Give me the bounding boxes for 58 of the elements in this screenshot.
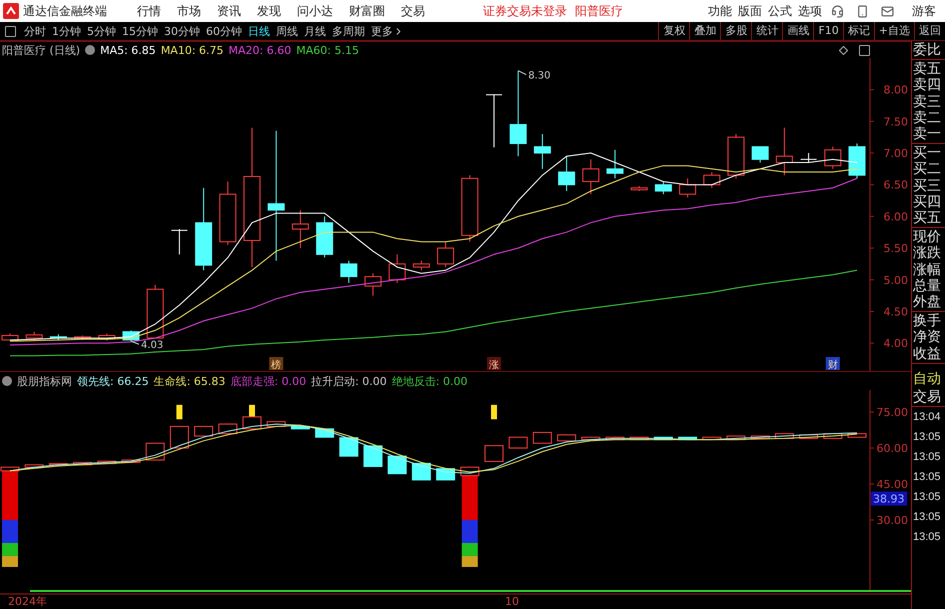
trade-time: 13:05	[912, 530, 942, 546]
quote-label: 卖三	[912, 94, 942, 110]
time-axis-label: 2024年	[8, 595, 47, 608]
indicator-value: 拉升启动: 0.00	[311, 374, 387, 388]
quote-label: 买一	[912, 145, 942, 162]
axis-label: 7.00	[884, 147, 908, 160]
quote-label: 卖五	[912, 61, 942, 78]
quote-label: 卖四	[912, 77, 942, 94]
axis-label: 4.00	[884, 337, 908, 350]
app-name: 通达信金融终端	[23, 2, 107, 20]
quote-label: 外盘	[912, 294, 942, 310]
axis-label: 75.00	[876, 406, 908, 420]
axis-label: 6.00	[884, 210, 908, 224]
trade-time: 13:05	[912, 510, 942, 526]
axis-label: 4.50	[884, 305, 908, 318]
axis-label: 8.00	[884, 84, 908, 97]
axis-label: 5.50	[884, 242, 908, 256]
axis-label: 45.00	[876, 478, 908, 491]
quote-label: 买二	[912, 161, 942, 178]
quote-label: 换手	[912, 313, 942, 330]
legend-value: MA20: 6.60	[228, 44, 292, 56]
legend-value: 领先线: 66.25	[77, 374, 149, 388]
price-label: 4.03	[130, 340, 164, 352]
time-axis-label: 10	[505, 595, 519, 608]
trade-time: 13:05	[912, 490, 942, 506]
quote-label: 买五	[912, 210, 942, 226]
trade-time: 13:05	[912, 430, 942, 446]
quote-label: 总量	[912, 278, 942, 294]
indicator-value: 绝地反击: 0.00	[392, 374, 468, 388]
legend-value: MA10: 6.75	[160, 44, 224, 56]
quote-label: 净资	[912, 329, 942, 346]
legend-value: MA5: 6.85	[100, 44, 156, 56]
quote-label: 委比	[912, 42, 942, 58]
quote-label: 收益	[912, 346, 942, 362]
legend-value: 生命线: 65.83	[154, 374, 226, 388]
chart-title: 阳普医疗 (日线)	[2, 42, 80, 58]
quote-label: 买三	[912, 178, 942, 194]
price-label: 8.30	[518, 70, 550, 82]
quote-label: 现价	[912, 229, 942, 246]
quote-label: 卖一	[912, 126, 942, 142]
trade-time: 13:04	[912, 410, 942, 426]
legend-value: MA60: 5.15	[296, 44, 359, 56]
axis-label: 30.00	[876, 514, 908, 527]
cursor-value-label: 38.93	[871, 492, 907, 506]
axis-label: 6.50	[884, 178, 908, 192]
trade-time: 13:05	[912, 450, 942, 466]
stock-name: 阳普医疗	[575, 2, 623, 20]
quote-label: 买四	[912, 194, 942, 210]
indicator-value: 底部走强: 0.00	[230, 374, 306, 388]
quote-label: 涨跌	[912, 245, 942, 262]
axis-label: 60.00	[876, 442, 908, 456]
axis-label: 7.50	[884, 115, 908, 128]
trade-time: 13:05	[912, 470, 942, 486]
indicator-title: 股朋指标网	[17, 374, 72, 388]
trade-label: 交易	[912, 388, 942, 406]
quote-label: 涨幅	[912, 262, 942, 278]
axis-label: 5.00	[884, 274, 908, 287]
quote-label: 卖二	[912, 110, 942, 126]
